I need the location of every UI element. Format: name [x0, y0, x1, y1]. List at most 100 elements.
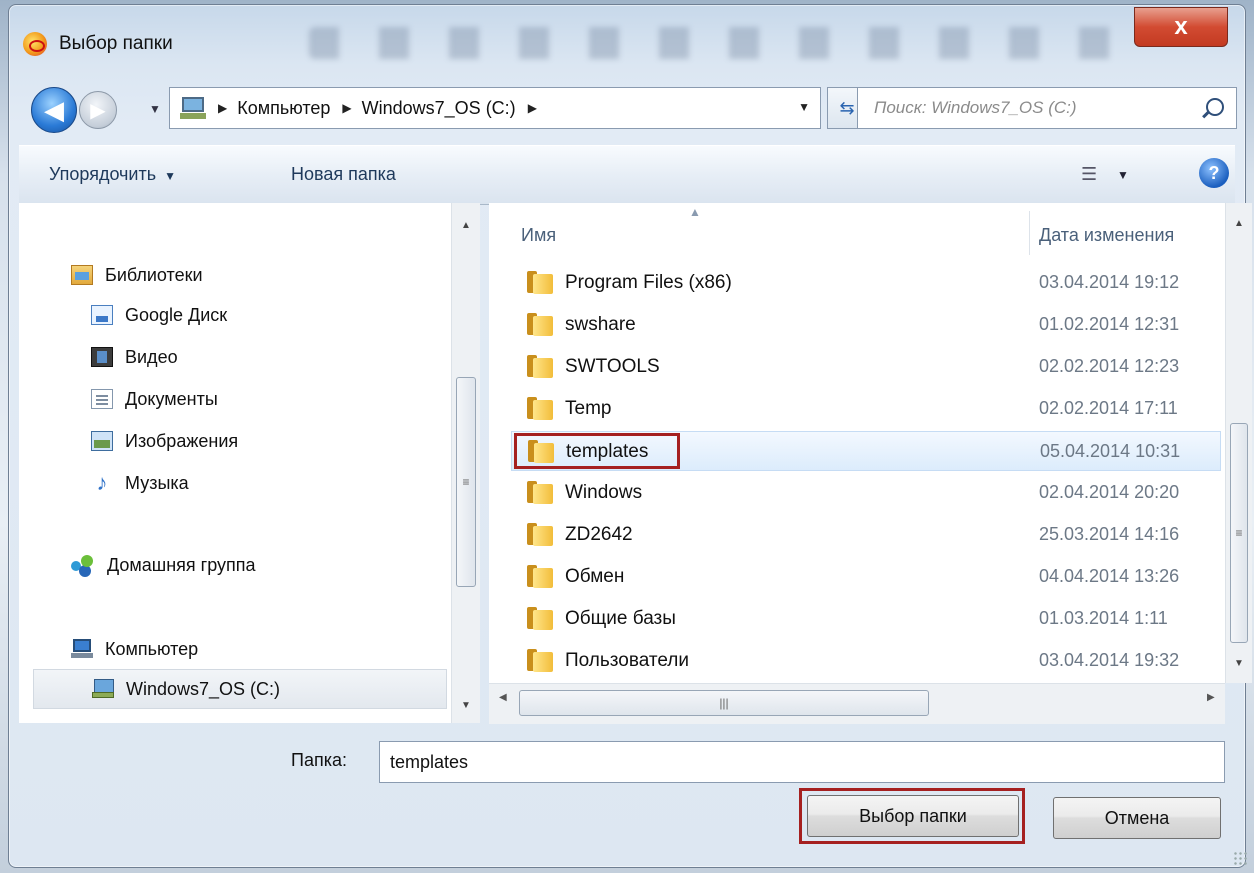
sidebar-item-label: Музыка — [125, 472, 189, 493]
breadcrumb-separator-icon[interactable]: ▶ — [528, 101, 537, 115]
search-box[interactable] — [857, 87, 1237, 129]
list-item[interactable]: Пользователи 03.04.2014 19:32 — [511, 641, 1221, 681]
navigation-scrollbar[interactable]: ▲ ≡ ▼ — [451, 203, 480, 723]
help-icon[interactable]: ? — [1199, 158, 1229, 188]
sidebar-item-libraries[interactable]: Библиотеки — [71, 259, 203, 291]
folder-name: Пользователи — [565, 650, 690, 671]
column-divider[interactable] — [1029, 211, 1030, 255]
folder-picker-dialog: Выбор папки x ◀ ▶ ▼ ▶ Компьютер ▶ Window… — [8, 4, 1252, 868]
scrollbar-thumb[interactable]: ||| — [519, 690, 929, 716]
horizontal-scrollbar[interactable]: ◀ ||| ▶ — [489, 683, 1225, 724]
folder-date: 02.02.2014 12:23 — [1039, 356, 1180, 376]
folder-date: 02.04.2014 20:20 — [1039, 482, 1180, 502]
folder-date: 25.03.2014 14:16 — [1039, 524, 1180, 544]
sidebar-item-label: Компьютер — [105, 638, 199, 659]
close-icon: x — [1174, 13, 1188, 40]
folder-date: 05.04.2014 10:31 — [1040, 441, 1181, 461]
folder-field-label: Папка: — [291, 750, 347, 770]
blurred-background-toolbar — [309, 27, 1129, 59]
sidebar-item-drive-c[interactable]: Windows7_OS (C:) — [33, 669, 447, 709]
new-folder-button[interactable]: Новая папка — [291, 164, 396, 185]
sidebar-item-documents[interactable]: Документы — [91, 383, 218, 415]
view-dropdown-icon[interactable]: ▼ — [1117, 168, 1129, 182]
drive-icon — [92, 679, 114, 699]
breadcrumb-computer[interactable]: Компьютер — [237, 98, 330, 119]
folder-date: 04.04.2014 13:26 — [1039, 566, 1180, 586]
history-dropdown-icon[interactable]: ▼ — [149, 102, 161, 116]
folder-icon — [527, 649, 553, 673]
scroll-up-icon[interactable]: ▲ — [1226, 211, 1252, 235]
resize-grip-icon[interactable] — [1233, 851, 1247, 865]
folder-name: Program Files (x86) — [565, 272, 732, 293]
folder-name-field[interactable] — [379, 741, 1225, 783]
sidebar-item-images[interactable]: Изображения — [91, 425, 238, 457]
list-item[interactable]: Temp 02.02.2014 17:11 — [511, 389, 1221, 429]
command-toolbar: Упорядочить ▼ Новая папка ☰ ▼ ? — [19, 145, 1235, 205]
library-icon — [71, 265, 93, 285]
back-button[interactable]: ◀ — [31, 87, 77, 133]
scroll-left-icon[interactable]: ◀ — [499, 692, 507, 703]
sidebar-item-label: Библиотеки — [105, 264, 203, 285]
image-icon — [91, 431, 113, 451]
sort-ascending-icon: ▲ — [689, 205, 701, 219]
select-folder-button[interactable]: Выбор папки — [807, 795, 1019, 837]
column-date-header[interactable]: Дата изменения — [1039, 225, 1174, 246]
sidebar-item-video[interactable]: Видео — [91, 341, 178, 373]
folder-icon — [527, 607, 553, 631]
scroll-up-icon[interactable]: ▲ — [452, 213, 480, 237]
folder-icon — [527, 523, 553, 547]
column-name-header[interactable]: Имя — [521, 225, 556, 246]
computer-icon — [71, 639, 93, 659]
scrollbar-thumb[interactable]: ≡ — [1230, 423, 1248, 643]
folder-icon — [527, 355, 553, 379]
file-list-scrollbar[interactable]: ▲ ≡ ▼ — [1225, 203, 1252, 683]
sidebar-item-homegroup[interactable]: Домашняя группа — [71, 549, 256, 581]
list-item[interactable]: Program Files (x86) 03.04.2014 19:12 — [511, 263, 1221, 303]
list-item-selected[interactable]: templates 05.04.2014 10:31 — [511, 431, 1221, 471]
breadcrumb-separator-icon[interactable]: ▶ — [218, 101, 227, 115]
folder-date: 02.02.2014 17:11 — [1039, 398, 1178, 418]
title-bar: Выбор папки x — [9, 5, 1245, 77]
back-arrow-icon: ◀ — [44, 94, 64, 125]
scroll-down-icon[interactable]: ▼ — [452, 693, 480, 717]
folder-icon — [527, 397, 553, 421]
computer-location-icon — [180, 97, 206, 119]
file-list: ▲ Имя Дата изменения Program Files (x86)… — [489, 203, 1225, 683]
list-item[interactable]: ZD2642 25.03.2014 14:16 — [511, 515, 1221, 555]
close-button[interactable]: x — [1134, 7, 1228, 47]
address-bar[interactable]: ▶ Компьютер ▶ Windows7_OS (C:) ▶ ▼ — [169, 87, 821, 129]
folder-name: Temp — [565, 398, 612, 419]
breadcrumb-separator-icon[interactable]: ▶ — [342, 101, 351, 115]
breadcrumb-drive[interactable]: Windows7_OS (C:) — [362, 98, 516, 119]
search-input[interactable] — [872, 97, 1206, 119]
list-item[interactable]: swshare 01.02.2014 12:31 — [511, 305, 1221, 345]
search-icon[interactable] — [1206, 98, 1224, 116]
sidebar-item-label: Домашняя группа — [107, 554, 256, 575]
sidebar-item-label: Google Диск — [125, 304, 228, 325]
address-dropdown-icon[interactable]: ▼ — [798, 100, 810, 114]
organize-button[interactable]: Упорядочить ▼ — [49, 164, 176, 185]
scroll-right-icon[interactable]: ▶ — [1207, 692, 1215, 703]
folder-icon — [527, 565, 553, 589]
folder-name: Общие базы — [565, 608, 676, 629]
window-title: Выбор папки — [59, 33, 173, 54]
folder-name: SWTOOLS — [565, 356, 660, 377]
sidebar-item-computer[interactable]: Компьютер — [71, 633, 198, 665]
homegroup-icon — [71, 555, 95, 575]
view-options-icon[interactable]: ☰ — [1081, 164, 1097, 185]
sidebar-item-label: Windows7_OS (C:) — [126, 678, 281, 699]
forward-button[interactable]: ▶ — [79, 91, 117, 129]
list-item[interactable]: SWTOOLS 02.02.2014 12:23 — [511, 347, 1221, 387]
organize-label: Упорядочить — [49, 164, 157, 184]
sidebar-item-music[interactable]: ♪ Музыка — [91, 467, 189, 499]
list-item[interactable]: Windows 02.04.2014 20:20 — [511, 473, 1221, 513]
scroll-down-icon[interactable]: ▼ — [1226, 651, 1252, 675]
scrollbar-thumb[interactable]: ≡ — [456, 377, 476, 587]
app-logo-icon — [23, 32, 47, 56]
list-item[interactable]: Общие базы 01.03.2014 1:11 — [511, 599, 1221, 639]
sidebar-item-label: Документы — [125, 388, 218, 409]
sidebar-item-google-drive[interactable]: Google Диск — [91, 299, 227, 331]
cancel-button[interactable]: Отмена — [1053, 797, 1221, 839]
list-item[interactable]: Обмен 04.04.2014 13:26 — [511, 557, 1221, 597]
folder-icon — [527, 481, 553, 505]
